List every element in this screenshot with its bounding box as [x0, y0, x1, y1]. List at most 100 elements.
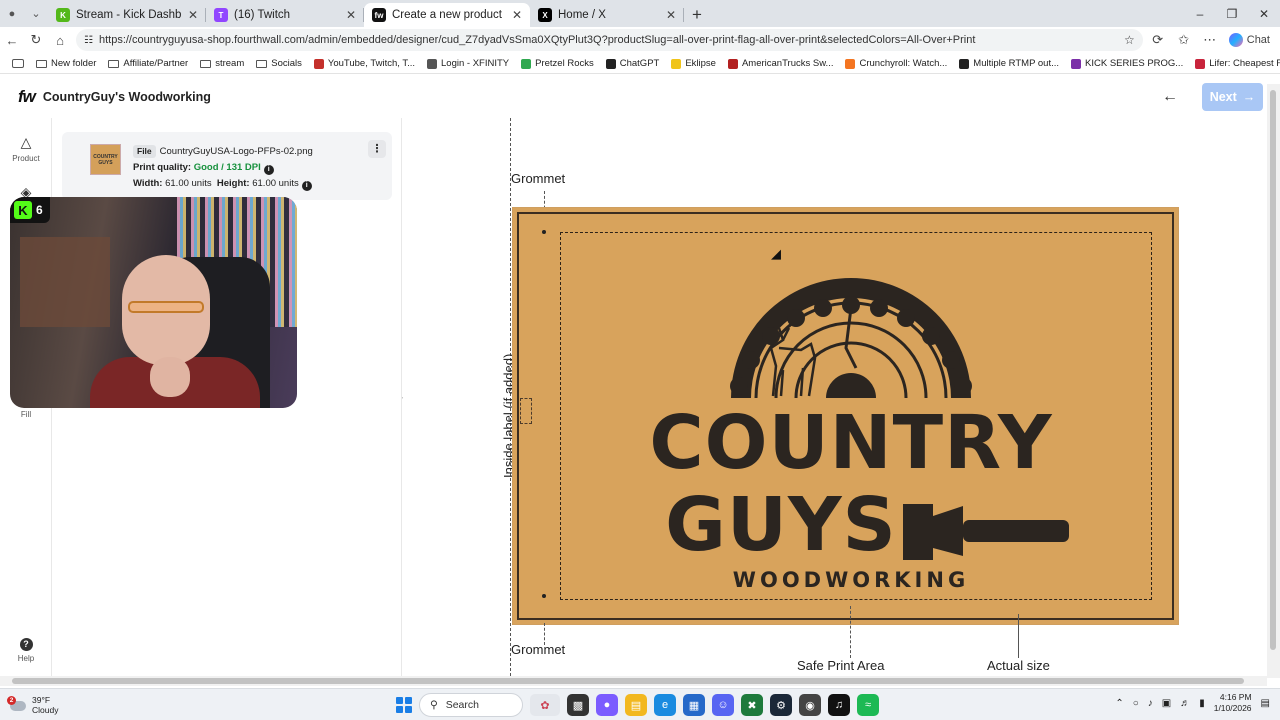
site-info-icon[interactable]: ☷	[84, 35, 93, 46]
copilot-chat-button[interactable]: Chat	[1225, 33, 1274, 47]
widgets-icon[interactable]: ✿	[530, 694, 560, 716]
webcam-hand	[150, 357, 190, 397]
home-icon[interactable]: ⌂	[48, 27, 72, 53]
notifications-icon[interactable]: ▤	[1261, 698, 1270, 709]
info-icon[interactable]: i	[263, 165, 274, 175]
new-tab-button[interactable]: +	[684, 3, 710, 27]
bookmark-item[interactable]: KICK SERIES PROG...	[1065, 58, 1189, 69]
height-label: Height:	[216, 178, 250, 189]
rail-item-fill[interactable]: Fill	[0, 410, 52, 419]
windows-start-icon[interactable]	[396, 697, 412, 713]
browser-tab[interactable]: K Stream - Kick Dashboard ✕	[48, 3, 206, 27]
extensions-icon[interactable]: ⟳	[1147, 32, 1169, 48]
discord-icon[interactable]: ☺	[712, 694, 734, 716]
spotify-icon[interactable]: ≈	[857, 694, 879, 716]
site-favicon-icon	[671, 58, 682, 69]
bookmark-item[interactable]: ChatGPT	[600, 58, 666, 69]
width-label: Width:	[133, 178, 163, 189]
flag-artboard[interactable]: COUNTRY GUYS WOODWORKING	[513, 208, 1178, 624]
tray-app-icon[interactable]: ○	[1133, 698, 1139, 709]
network-icon[interactable]: ▣	[1162, 698, 1171, 709]
bookmark-item[interactable]: Eklipse	[665, 58, 722, 69]
site-favicon-icon	[959, 58, 970, 69]
reload-icon[interactable]: ↻	[24, 27, 48, 53]
tray-chevron-icon[interactable]: ⌃	[1115, 698, 1123, 709]
tab-favicon-icon: T	[214, 8, 228, 22]
actual-size-line	[1018, 614, 1019, 658]
rail-item-product[interactable]: △ Product	[0, 134, 52, 163]
bookmark-item[interactable]: stream	[194, 58, 250, 69]
layer-menu-icon[interactable]: ⋮	[368, 140, 386, 158]
bookmark-item[interactable]: Multiple RTMP out...	[953, 58, 1065, 69]
clock[interactable]: 4:16 PM 1/10/2026	[1214, 692, 1252, 714]
bookmark-label: Crunchyroll: Watch...	[859, 58, 948, 69]
back-arrow-icon[interactable]: ←	[1162, 88, 1178, 106]
bookmark-item[interactable]: Lifer: Cheapest Fo...	[1189, 58, 1280, 69]
bookmark-item[interactable]: Pretzel Rocks	[515, 58, 600, 69]
bookmark-item[interactable]: Crunchyroll: Watch...	[839, 58, 953, 69]
folder-icon	[108, 59, 120, 68]
taskbar-search[interactable]: ⚲ Search	[419, 693, 523, 717]
bookmark-item[interactable]: Login - XFINITY	[421, 58, 515, 69]
rail-help-label: Help	[17, 654, 35, 663]
browser-tab[interactable]: fw Create a new product | Fourthwall ✕	[364, 3, 530, 27]
bookmark-item[interactable]: New folder	[30, 58, 102, 69]
info-icon[interactable]: i	[301, 181, 312, 191]
bookmark-label: YouTube, Twitch, T...	[327, 58, 416, 69]
bookmark-label: Affiliate/Partner	[123, 58, 189, 69]
logo-artwork[interactable]: COUNTRY GUYS WOODWORKING	[611, 248, 1091, 592]
xbox-icon[interactable]: ✖	[741, 694, 763, 716]
battery-icon[interactable]: ▮	[1199, 698, 1205, 709]
tab-search-icon[interactable]: ⌄	[24, 0, 48, 27]
store-icon[interactable]: ▦	[683, 694, 705, 716]
profile-icon[interactable]: ●	[0, 0, 24, 27]
weather-widget[interactable]: 2 39°F Cloudy	[7, 695, 58, 715]
tab-close-icon[interactable]: ✕	[188, 8, 198, 22]
rail-fill-label: Fill	[20, 410, 32, 419]
browser-tab[interactable]: X Home / X ✕	[530, 3, 684, 27]
back-icon[interactable]: ←	[0, 27, 24, 53]
volume-icon[interactable]: ♬	[1180, 698, 1190, 709]
bookmark-item[interactable]: Socials	[250, 58, 308, 69]
favorites-icon[interactable]: ✩	[1173, 32, 1195, 48]
bookmark-label: Multiple RTMP out...	[973, 58, 1060, 69]
steam-icon[interactable]: ⚙	[770, 694, 792, 716]
actual-size-label: Actual size	[987, 658, 1050, 673]
tab-close-icon[interactable]: ✕	[512, 8, 522, 22]
microphone-icon[interactable]: ♪	[1148, 698, 1153, 709]
bookmark-item[interactable]: Affiliate/Partner	[102, 58, 194, 69]
edge-browser-icon[interactable]: e	[654, 694, 676, 716]
bookmark-item[interactable]: YouTube, Twitch, T...	[308, 58, 421, 69]
address-bar[interactable]: ☷ https://countryguyusa-shop.fourthwall.…	[76, 29, 1143, 51]
task-view-icon[interactable]: ▩	[567, 694, 589, 716]
vertical-scrollbar[interactable]	[1267, 84, 1280, 678]
horizontal-scrollbar[interactable]	[0, 676, 1267, 686]
teams-icon[interactable]: ●	[596, 694, 618, 716]
url-text: https://countryguyusa-shop.fourthwall.co…	[98, 34, 976, 46]
design-canvas[interactable]: Grommet Inside label (if added) COUNTRY …	[403, 118, 1267, 676]
next-button[interactable]: Next →	[1202, 83, 1263, 111]
cloud-icon: 2	[7, 695, 26, 712]
file-explorer-icon[interactable]: ▤	[625, 694, 647, 716]
bookmark-item[interactable]: AmericanTrucks Sw...	[722, 58, 840, 69]
favorite-star-icon[interactable]: ☆	[1124, 33, 1135, 47]
more-menu-icon[interactable]: ⋯	[1199, 32, 1221, 48]
paintbrush-graphic	[903, 504, 1069, 560]
windows-taskbar: 2 39°F Cloudy ⚲ Search ✿ ▩ ● ▤ e ▦ ☺ ✖ ⚙ …	[0, 688, 1280, 720]
bookmark-label: Socials	[271, 58, 302, 69]
minimize-icon[interactable]: –	[1184, 0, 1216, 27]
search-icon: ⚲	[430, 699, 438, 711]
restore-icon[interactable]: ❐	[1216, 0, 1248, 27]
logo-line-woodworking: WOODWORKING	[732, 568, 970, 592]
webcam-overlay: K 6	[10, 197, 297, 408]
layer-card[interactable]: COUNTRY GUYS File CountryGuyUSA-Logo-PFPs…	[62, 132, 392, 200]
tab-close-icon[interactable]: ✕	[666, 8, 676, 22]
layer-thumbnail: COUNTRY GUYS	[90, 144, 121, 175]
obs-icon[interactable]: ◉	[799, 694, 821, 716]
rail-item-help[interactable]: ? Help	[0, 638, 52, 663]
tiktok-icon[interactable]: ♫	[828, 694, 850, 716]
close-window-icon[interactable]: ✕	[1248, 0, 1280, 27]
tab-close-icon[interactable]: ✕	[346, 8, 356, 22]
fourthwall-logo[interactable]: fw	[18, 87, 36, 107]
browser-tab[interactable]: T (16) Twitch ✕	[206, 3, 364, 27]
